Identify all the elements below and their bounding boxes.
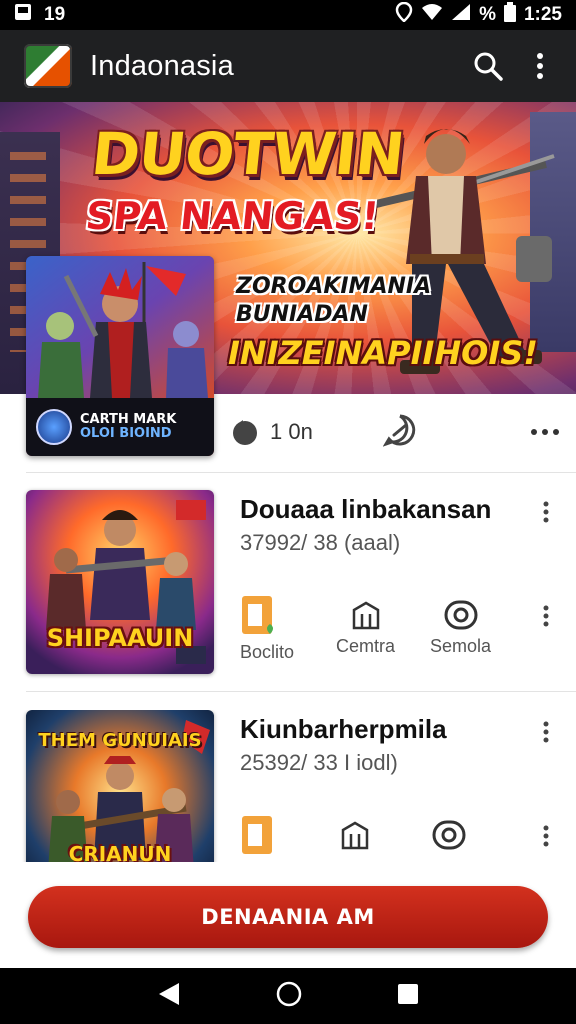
list-item-action-mid[interactable]: Cemtra — [336, 594, 395, 657]
list-item-secondary-menu-button[interactable] — [536, 602, 556, 630]
list-item-title: Douaaa linbakansan — [240, 494, 492, 524]
featured-thumbnail-art — [26, 256, 214, 398]
list-item-menu-button[interactable] — [536, 498, 556, 526]
signal-icon — [451, 3, 471, 27]
list-item-action-mid-label: Cemtra — [336, 636, 396, 656]
featured-thumbnail[interactable]: CARTH MARK OLOI BIOIND — [26, 256, 214, 456]
list-item-thumbnail[interactable]: THEM GUNUIAIS CRIANUN — [26, 710, 214, 862]
list-item[interactable]: THEM GUNUIAIS CRIANUN Kiunbarherpmila 25… — [0, 710, 576, 862]
banner-line-1: ZOROAKIMANIA — [236, 274, 432, 299]
app-title: Indaonasia — [90, 49, 234, 82]
overflow-menu-button[interactable] — [520, 46, 560, 86]
battery-percent: % — [479, 4, 496, 25]
list-item-action-right[interactable]: Semola — [430, 594, 491, 657]
list-item-title: Kiunbarherpmila — [240, 714, 447, 744]
status-clock: 1:25 — [523, 4, 562, 25]
cta-area: DENAANIA AM — [0, 862, 576, 968]
like-count: 1 0n — [270, 419, 313, 444]
building-icon — [347, 594, 385, 636]
list-item-action-right[interactable] — [430, 814, 468, 856]
featured-badge-icon — [36, 409, 72, 445]
banner-subtitle: SPA NANGAS! — [83, 194, 381, 238]
banner-line-3: INIZEINAPIIHOIS! — [228, 334, 538, 372]
like-icon — [233, 420, 257, 445]
list-item-thumbnail-heading: THEM GUNUIAIS — [38, 730, 202, 751]
more-vert-icon — [543, 825, 549, 847]
list-item-actions — [240, 814, 540, 862]
list-item-menu-button[interactable] — [536, 718, 556, 746]
list-item-thumbnail-caption: SHIPAAUIN — [46, 624, 194, 652]
list-item[interactable]: SHIPAAUIN Douaaa linbakansan 37992/ 38 (… — [0, 490, 576, 680]
share-icon — [382, 414, 416, 447]
more-vert-icon — [543, 501, 549, 523]
back-icon[interactable] — [157, 981, 181, 1012]
app-bar: Indaonasia — [0, 30, 576, 102]
search-button[interactable] — [468, 46, 508, 86]
banner-title: DUOTWIN — [88, 120, 407, 188]
divider — [26, 691, 576, 692]
list-item-subtitle: 37992/ 38 (aaal) — [240, 530, 401, 555]
list-item-action-left-label: Boclito — [240, 642, 295, 662]
featured-thumbnail-text: CARTH MARK OLOI BIOIND — [80, 413, 176, 441]
featured-actions: 1 0n — [230, 404, 560, 460]
face-icon — [442, 594, 480, 636]
featured-thumbnail-line-1: CARTH MARK — [80, 412, 177, 427]
featured-thumbnail-strip: CARTH MARK OLOI BIOIND — [26, 398, 214, 456]
primary-cta-button[interactable]: DENAANIA AM — [28, 886, 548, 948]
system-nav-bar — [0, 968, 576, 1024]
more-vert-icon — [543, 721, 549, 743]
more-vert-icon — [543, 605, 549, 627]
share-button[interactable] — [382, 413, 417, 452]
app-logo — [24, 44, 72, 88]
list-item-thumbnail-caption: CRIANUN — [68, 842, 172, 862]
more-horiz-icon — [531, 429, 559, 435]
list-item-action-left[interactable] — [240, 814, 278, 856]
divider — [26, 472, 576, 473]
app-tile-icon — [240, 594, 278, 636]
list-item-action-right-label: Semola — [430, 636, 492, 656]
banner-line-2: BUNIADAN — [236, 302, 368, 327]
list-item-subtitle: 25392/ 33 I iodl) — [240, 750, 398, 775]
list-item-actions: Boclito Cemtra Semola — [240, 594, 540, 674]
list-item-action-mid[interactable] — [336, 814, 374, 856]
app-tile-icon — [240, 814, 278, 856]
list-item-action-left[interactable] — [240, 594, 278, 636]
status-bar: 19 % 1:25 — [0, 0, 576, 30]
list-item-secondary-menu-button[interactable] — [536, 822, 556, 850]
wifi-icon — [421, 3, 443, 27]
home-icon[interactable] — [275, 980, 303, 1013]
location-icon — [395, 1, 413, 28]
search-icon — [474, 52, 503, 81]
like-button[interactable]: 1 0n — [230, 417, 313, 447]
recents-icon[interactable] — [397, 983, 419, 1010]
featured-thumbnail-line-2: OLOI BIOIND — [80, 426, 172, 441]
list-item-thumbnail[interactable]: SHIPAAUIN — [26, 490, 214, 674]
featured-more-button[interactable] — [530, 423, 560, 441]
more-vert-icon — [537, 53, 543, 79]
building-icon — [336, 814, 374, 856]
status-time: 19 — [44, 4, 66, 25]
battery-icon — [503, 2, 516, 28]
notification-icon — [14, 3, 32, 27]
face-icon — [430, 814, 468, 856]
